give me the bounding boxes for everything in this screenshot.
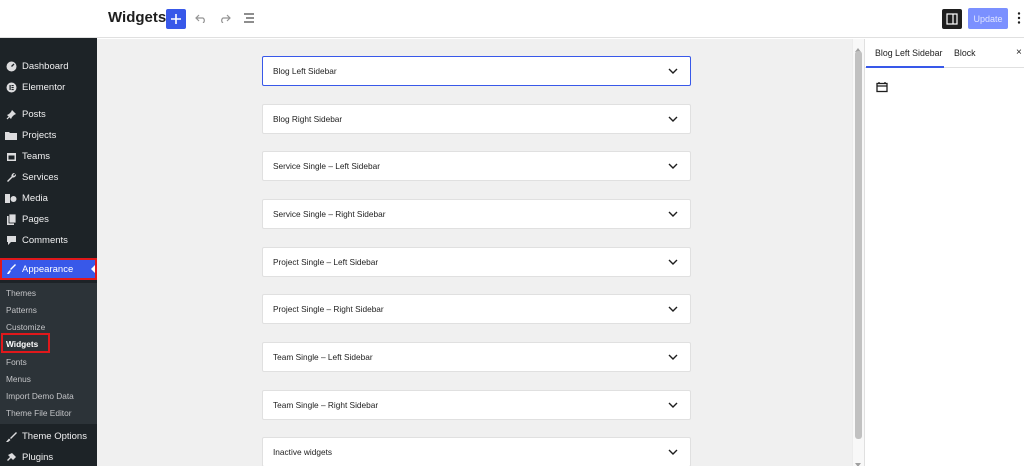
menu-item-media[interactable]: Media [0, 188, 97, 208]
widget-area-inactive-widgets[interactable]: Inactive widgets [262, 437, 691, 466]
widget-area-title: Project Single – Right Sidebar [273, 304, 384, 314]
menu-item-label: Teams [22, 150, 50, 162]
add-block-button[interactable] [166, 9, 186, 29]
menu-item-teams[interactable]: Teams [0, 146, 97, 166]
widget-area-title: Service Single – Left Sidebar [273, 161, 381, 171]
tab-block[interactable]: Block [954, 48, 976, 58]
media-icon [5, 192, 17, 204]
chevron-down-icon[interactable] [668, 209, 678, 219]
widget-area-blog-right-sidebar[interactable]: Blog Right Sidebar [262, 104, 691, 134]
widget-area-project-right-sidebar[interactable]: Project Single – Right Sidebar [262, 294, 691, 324]
widget-area-title: Blog Left Sidebar [273, 66, 337, 76]
menu-item-label: Plugins [22, 451, 54, 463]
menu-item-posts[interactable]: Posts [0, 104, 97, 124]
widget-area-title: Project Single – Left Sidebar [273, 257, 379, 267]
widget-area-title: Inactive widgets [273, 447, 333, 457]
highlight-box-widgets [1, 333, 50, 353]
chevron-down-icon[interactable] [668, 257, 678, 267]
menu-item-comments[interactable]: Comments [0, 230, 97, 250]
widget-area-title: Blog Right Sidebar [273, 114, 343, 124]
menu-item-plugins[interactable]: Plugins [0, 447, 97, 466]
more-vertical-icon [1017, 12, 1021, 24]
widget-area-title: Team Single – Right Sidebar [273, 400, 379, 410]
submenu-item-import-demo-data[interactable]: Import Demo Data [6, 391, 74, 401]
chevron-down-icon[interactable] [668, 304, 678, 314]
menu-item-label: Theme Options [22, 430, 87, 442]
menu-item-label: Dashboard [22, 60, 69, 72]
calendar-icon [5, 150, 17, 162]
editor-header: Widgets Update [0, 0, 1024, 38]
undo-button[interactable] [194, 11, 208, 25]
chevron-down-icon[interactable] [668, 400, 678, 410]
folder-icon [5, 129, 17, 141]
plugin-icon [5, 451, 17, 463]
update-button[interactable]: Update [968, 8, 1008, 29]
menu-item-label: Pages [22, 213, 49, 225]
chevron-down-icon[interactable] [668, 66, 678, 76]
plus-icon [171, 14, 181, 24]
menu-item-label: Comments [22, 234, 68, 246]
menu-item-elementor[interactable]: Elementor [0, 77, 97, 97]
menu-item-label: Posts [22, 108, 46, 120]
elementor-icon [5, 81, 17, 93]
active-tab-indicator [866, 66, 944, 68]
dashboard-icon [5, 60, 17, 72]
submenu-item-themes[interactable]: Themes [6, 288, 36, 298]
highlight-box-appearance [0, 258, 97, 280]
wrench-icon [5, 171, 17, 183]
menu-item-theme-options[interactable]: Theme Options [0, 426, 97, 446]
close-settings-button[interactable]: × [1016, 47, 1024, 58]
options-menu-button[interactable] [1016, 11, 1022, 25]
sidebar-icon [946, 13, 958, 25]
menu-item-label: Elementor [22, 81, 66, 93]
admin-bar [0, 38, 97, 46]
chevron-down-icon[interactable] [668, 114, 678, 124]
chevron-down-icon[interactable] [668, 447, 678, 457]
settings-sidebar [864, 39, 1024, 466]
list-view-icon [244, 13, 254, 23]
menu-item-dashboard[interactable]: Dashboard [0, 56, 97, 76]
menu-item-pages[interactable]: Pages [0, 209, 97, 229]
widget-area-service-left-sidebar[interactable]: Service Single – Left Sidebar [262, 151, 691, 181]
widget-area-service-right-sidebar[interactable]: Service Single – Right Sidebar [262, 199, 691, 229]
scrollbar-thumb[interactable] [855, 51, 862, 439]
undo-icon [195, 14, 205, 23]
widget-area-title: Service Single – Right Sidebar [273, 209, 386, 219]
tab-widget-area[interactable]: Blog Left Sidebar [875, 48, 943, 58]
redo-icon [221, 14, 231, 23]
submenu-item-fonts[interactable]: Fonts [6, 357, 27, 367]
menu-item-label: Services [22, 171, 59, 183]
widget-area-title: Team Single – Left Sidebar [273, 352, 373, 362]
page-title: Widgets [108, 9, 167, 26]
submenu-item-menus[interactable]: Menus [6, 374, 31, 384]
submenu-item-customize[interactable]: Customize [6, 322, 45, 332]
brush-icon [5, 430, 17, 442]
scroll-up-arrow-icon[interactable] [854, 41, 862, 52]
widget-area-blog-left-sidebar[interactable]: Blog Left Sidebar [262, 56, 691, 86]
chevron-down-icon[interactable] [668, 352, 678, 362]
scroll-down-arrow-icon[interactable] [854, 456, 862, 466]
submenu-item-patterns[interactable]: Patterns [6, 305, 37, 315]
comment-icon [5, 234, 17, 246]
widget-area-team-right-sidebar[interactable]: Team Single – Right Sidebar [262, 390, 691, 420]
menu-item-projects[interactable]: Projects [0, 125, 97, 145]
widget-area-team-left-sidebar[interactable]: Team Single – Left Sidebar [262, 342, 691, 372]
settings-sidebar-toggle[interactable] [942, 9, 962, 29]
pin-icon [5, 108, 17, 120]
menu-item-label: Media [22, 192, 48, 204]
submenu-item-theme-file-editor[interactable]: Theme File Editor [6, 408, 71, 418]
widget-area-block-icon [876, 80, 888, 93]
list-view-button[interactable] [242, 11, 256, 25]
redo-button[interactable] [218, 11, 232, 25]
menu-item-label: Projects [22, 129, 57, 141]
chevron-down-icon[interactable] [668, 161, 678, 171]
menu-item-services[interactable]: Services [0, 167, 97, 187]
widget-area-project-left-sidebar[interactable]: Project Single – Left Sidebar [262, 247, 691, 277]
pages-icon [5, 213, 17, 225]
